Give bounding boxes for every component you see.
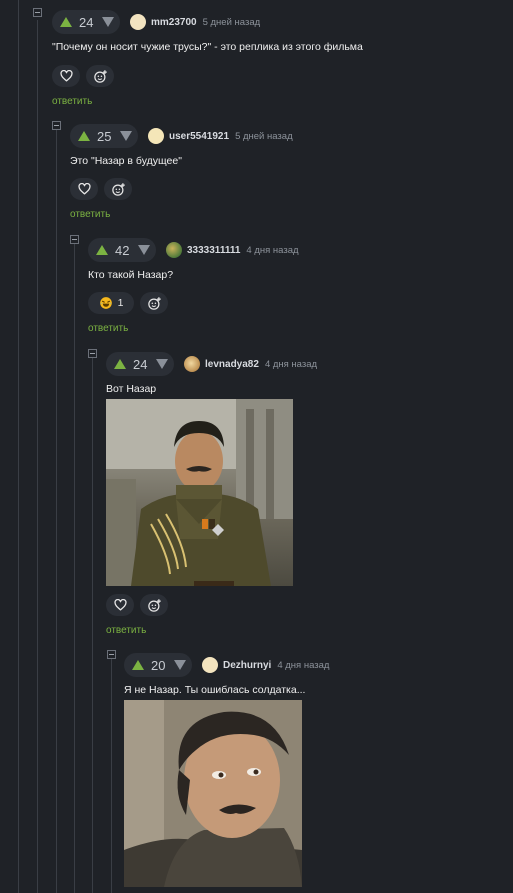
rating-control: 24 [106,352,174,376]
comment-actions [106,594,168,616]
thread-line [74,244,75,893]
collapse-icon[interactable] [70,235,79,244]
comment: 20 Dezhurnyi 4 дня назад Я не Назар. Ты … [124,653,507,893]
add-reaction-button[interactable] [140,292,168,314]
soldier-photo [106,399,293,586]
timestamp[interactable]: 4 дня назад [277,660,329,671]
rating-score: 24 [133,356,148,372]
comment-header: 24 mm23700 5 дней назад [52,10,260,34]
comment-actions [70,178,132,200]
comment-header: 42 3333311111 4 дня назад [88,238,299,262]
avatar[interactable] [166,242,182,258]
comment: 25 user5541921 5 дней назад Это "Назар в… [70,124,507,224]
add-reaction-icon [147,296,161,310]
collapse-icon[interactable] [33,8,42,17]
rating-control: 24 [52,10,120,34]
username[interactable]: Dezhurnyi [223,660,271,671]
avatar[interactable] [130,14,146,30]
laughing-emoji-icon [99,297,112,309]
reply-link[interactable]: ответить [106,625,146,636]
avatar[interactable] [202,657,218,673]
like-button[interactable] [70,178,98,200]
thread-line [56,130,57,893]
downvote-icon[interactable] [138,245,150,255]
upvote-icon[interactable] [96,245,108,255]
comment-image[interactable] [106,399,293,586]
comment-text: Это "Назар в будущее" [70,155,182,167]
upvote-icon[interactable] [60,17,72,27]
username[interactable]: user5541921 [169,131,229,142]
collapse-icon[interactable] [52,121,61,130]
comment-header: 20 Dezhurnyi 4 дня назад [124,653,329,677]
timestamp[interactable]: 4 дня назад [265,359,317,370]
like-button[interactable] [52,65,80,87]
add-reaction-icon [147,598,161,612]
downvote-icon[interactable] [156,359,168,369]
reply-link[interactable]: ответить [88,323,128,334]
heart-icon [113,599,127,611]
add-reaction-icon [111,182,125,196]
man-photo [124,700,302,887]
downvote-icon[interactable] [174,660,186,670]
timestamp[interactable]: 5 дней назад [235,131,293,142]
upvote-icon[interactable] [114,359,126,369]
comment-text: Вот Назар [106,383,157,395]
comment: 24 mm23700 5 дней назад "Почему он носит… [52,10,507,110]
rating-score: 24 [79,14,94,30]
username[interactable]: mm23700 [151,17,197,28]
comment-header: 25 user5541921 5 дней назад [70,124,293,148]
comment-image[interactable] [124,700,302,887]
rating-score: 25 [97,128,112,144]
add-reaction-icon [93,69,107,83]
timestamp[interactable]: 5 дней назад [203,17,261,28]
comment: 24 levnadya82 4 дня назад Вот Назар отве… [106,352,507,638]
rating-control: 20 [124,653,192,677]
add-reaction-button[interactable] [140,594,168,616]
timestamp[interactable]: 4 дня назад [246,245,298,256]
heart-icon [77,183,91,195]
comment-actions: 1 [88,292,168,314]
comment: 42 3333311111 4 дня назад Кто такой Наза… [88,238,507,338]
add-reaction-button[interactable] [86,65,114,87]
heart-icon [59,70,73,82]
reply-link[interactable]: ответить [52,96,92,107]
like-button[interactable] [106,594,134,616]
comment-text: Я не Назар. Ты ошиблась солдатка... [124,684,306,696]
collapse-icon[interactable] [107,650,116,659]
rating-control: 25 [70,124,138,148]
rating-score: 20 [151,657,166,673]
thread-line [18,0,19,893]
thread-line [92,358,93,893]
comment-actions [52,65,114,87]
avatar[interactable] [184,356,200,372]
reaction-button[interactable]: 1 [88,292,134,314]
comment-header: 24 levnadya82 4 дня назад [106,352,317,376]
username[interactable]: 3333311111 [187,245,240,256]
collapse-icon[interactable] [88,349,97,358]
upvote-icon[interactable] [132,660,144,670]
reaction-count: 1 [117,297,124,309]
add-reaction-button[interactable] [104,178,132,200]
comment-text: "Почему он носит чужие трусы?" - это реп… [52,41,363,53]
thread-line [111,658,112,893]
avatar[interactable] [148,128,164,144]
downvote-icon[interactable] [120,131,132,141]
upvote-icon[interactable] [78,131,90,141]
downvote-icon[interactable] [102,17,114,27]
rating-control: 42 [88,238,156,262]
thread-line [37,20,38,893]
comment-text: Кто такой Назар? [88,269,174,281]
username[interactable]: levnadya82 [205,359,259,370]
rating-score: 42 [115,242,130,258]
reply-link[interactable]: ответить [70,209,110,220]
